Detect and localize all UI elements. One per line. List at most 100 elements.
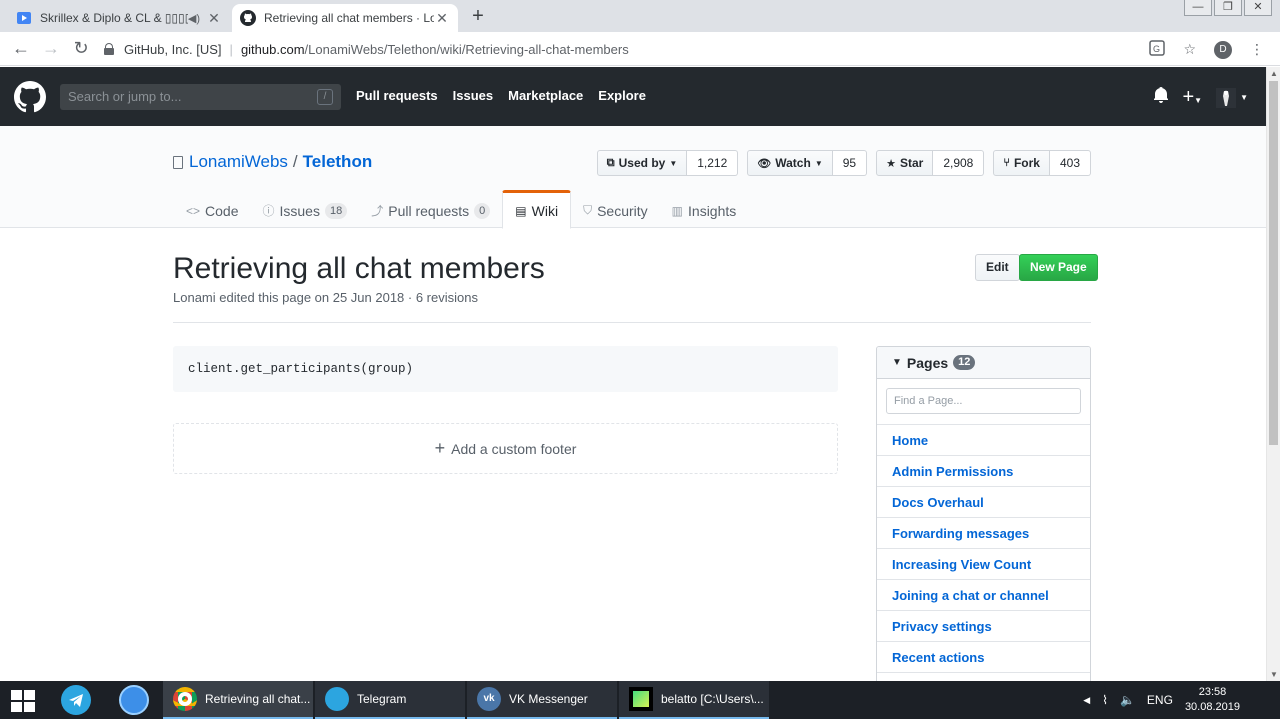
tab-label: Issues (279, 202, 320, 219)
page-edit-meta: Lonami edited this page on 25 Jun 2018 ·… (173, 290, 478, 305)
clock[interactable]: 23:58 30.08.2019 (1185, 685, 1240, 715)
toolbar-actions: G ☆ D ⋮ (1149, 40, 1264, 59)
package-icon: ⧉ (606, 156, 615, 169)
task-label: VK Messenger (509, 692, 588, 706)
code-icon: <> (186, 203, 201, 218)
watch-count[interactable]: 95 (832, 150, 868, 176)
clock-date: 30.08.2019 (1184, 701, 1240, 713)
browser-tab-title: Skrillex & Diplo & CL & ▯▯▯▯ (40, 11, 188, 25)
page-link[interactable]: Home (877, 425, 1090, 456)
used-by-group: ⧉ Used by ▼ 1,212 (596, 150, 739, 176)
watch-group: 👁 Watch ▼ 95 (747, 150, 868, 176)
forward-icon[interactable]: → (36, 38, 66, 59)
add-custom-footer[interactable]: + Add a custom footer (173, 423, 838, 474)
address-bar[interactable]: GitHub, Inc. [US] | github.com/LonamiWeb… (104, 37, 1154, 61)
translate-icon[interactable]: G (1149, 40, 1166, 59)
new-tab-button[interactable]: + (466, 6, 490, 28)
scrollbar-thumb[interactable] (1269, 81, 1278, 445)
browser-pinned-icon[interactable] (119, 685, 149, 715)
github-favicon-icon (240, 10, 256, 26)
star-count[interactable]: 2,908 (933, 150, 985, 176)
caret-down-icon: ▼ (1194, 96, 1203, 105)
watch-button[interactable]: 👁 Watch ▼ (747, 150, 833, 176)
tab-wiki[interactable]: ▤ Wiki (502, 190, 572, 229)
page-link[interactable]: Forwarding messages (877, 518, 1090, 549)
used-by-count[interactable]: 1,212 (687, 150, 739, 176)
volume-icon[interactable]: 🔈 (1120, 693, 1135, 707)
scroll-down-icon[interactable]: ▼ (1270, 670, 1278, 679)
header-divider (173, 322, 1091, 323)
repo-owner-link[interactable]: LonamiWebs (189, 152, 288, 172)
tab-insights[interactable]: ▥ Insights (660, 190, 749, 228)
site-origin: GitHub, Inc. [US] (124, 41, 222, 57)
used-by-button[interactable]: ⧉ Used by ▼ (596, 150, 688, 176)
fork-count[interactable]: 403 (1049, 150, 1091, 176)
new-page-button[interactable]: New Page (1019, 254, 1098, 281)
shield-icon: ⛉ (583, 203, 593, 217)
tab-label: Pull requests (388, 202, 470, 219)
page-link[interactable]: Docs Overhaul (877, 487, 1090, 518)
pages-count: 12 (953, 355, 976, 370)
scroll-up-icon[interactable]: ▲ (1270, 69, 1278, 78)
page-link[interactable]: Joining a chat or channel (877, 580, 1090, 611)
fork-button[interactable]: ⑂ Fork (993, 150, 1050, 176)
nav-explore[interactable]: Explore (598, 88, 646, 103)
telegram-pinned-icon[interactable] (61, 685, 91, 715)
close-tab-icon[interactable]: ✕ (434, 10, 450, 27)
minimize-button[interactable]: — (1184, 0, 1212, 16)
tab-security[interactable]: ⛉ Security (571, 190, 660, 228)
close-tab-icon[interactable]: ✕ (206, 10, 222, 27)
browser-tab-github[interactable]: Retrieving all chat members · Lon ✕ (232, 4, 458, 32)
nav-issues[interactable]: Issues (453, 88, 493, 103)
user-avatar-dropdown[interactable]: ▼ (1216, 87, 1248, 108)
code-block: client.get_participants(group) (173, 346, 838, 392)
slash-shortcut-hint: / (317, 89, 333, 105)
wiki-pages-sidebar: ▼ Pages 12 Home Admin Permissions Docs O… (876, 346, 1091, 686)
nav-marketplace[interactable]: Marketplace (508, 88, 583, 103)
page-scrollbar[interactable]: ▲ ▼ (1266, 67, 1280, 681)
repo-name-link[interactable]: Telethon (303, 152, 373, 172)
speaker-icon[interactable]: ◀) (188, 12, 200, 25)
page-link[interactable]: Recent actions (877, 642, 1090, 673)
page-link[interactable]: Increasing View Count (877, 549, 1090, 580)
search-placeholder: Search or jump to... (68, 89, 182, 104)
profile-avatar[interactable]: D (1214, 40, 1232, 59)
pages-toggle[interactable]: ▼ Pages 12 (877, 347, 1090, 379)
create-new-dropdown[interactable]: +▼ (1182, 86, 1202, 109)
reload-icon[interactable]: ↻ (66, 38, 96, 59)
github-logo-icon[interactable] (14, 81, 46, 113)
back-icon[interactable]: ← (6, 38, 36, 59)
lock-icon[interactable] (104, 43, 114, 55)
pages-filter (877, 379, 1090, 425)
edit-button[interactable]: Edit (975, 254, 1020, 281)
tab-issues[interactable]: ⓘ Issues 18 (250, 190, 359, 228)
restore-button[interactable]: ❐ (1214, 0, 1242, 16)
nav-pull-requests[interactable]: Pull requests (356, 88, 438, 103)
find-page-input[interactable] (886, 388, 1081, 414)
add-footer-label: Add a custom footer (451, 440, 577, 457)
star-button[interactable]: ★ Star (876, 150, 934, 176)
browser-tab-youtube[interactable]: Skrillex & Diplo & CL & ▯▯▯▯ ◀) ✕ (8, 4, 230, 32)
github-search-input[interactable]: Search or jump to... / (60, 84, 341, 110)
wifi-icon[interactable]: ⌇ (1102, 693, 1108, 707)
page-link[interactable]: Privacy settings (877, 611, 1090, 642)
url-host: github.com (240, 41, 305, 57)
taskbar-telegram[interactable]: Telegram (315, 681, 465, 719)
page-link[interactable]: Admin Permissions (877, 456, 1090, 487)
chrome-menu-icon[interactable]: ⋮ (1250, 41, 1264, 58)
taskbar-vk-messenger[interactable]: vk VK Messenger (467, 681, 617, 719)
star-group: ★ Star 2,908 (876, 150, 985, 176)
windows-start-icon[interactable] (11, 690, 35, 712)
taskbar-chrome[interactable]: Retrieving all chat... (163, 681, 313, 719)
address-separator: | (229, 41, 233, 57)
close-window-button[interactable]: ✕ (1244, 0, 1272, 16)
notifications-bell-icon[interactable] (1154, 87, 1169, 108)
bookmark-star-icon[interactable]: ☆ (1183, 41, 1196, 58)
browser-tab-title: Retrieving all chat members · Lon (264, 11, 434, 25)
taskbar-pycharm[interactable]: belatto [C:\Users\... (619, 681, 769, 719)
tab-pull-requests[interactable]: ⤴ Pull requests 0 (359, 190, 502, 228)
tray-expand-icon[interactable]: ◀ (1083, 695, 1090, 706)
language-indicator[interactable]: ENG (1147, 693, 1173, 707)
tab-code[interactable]: <> Code (173, 190, 250, 228)
youtube-icon (16, 10, 32, 26)
